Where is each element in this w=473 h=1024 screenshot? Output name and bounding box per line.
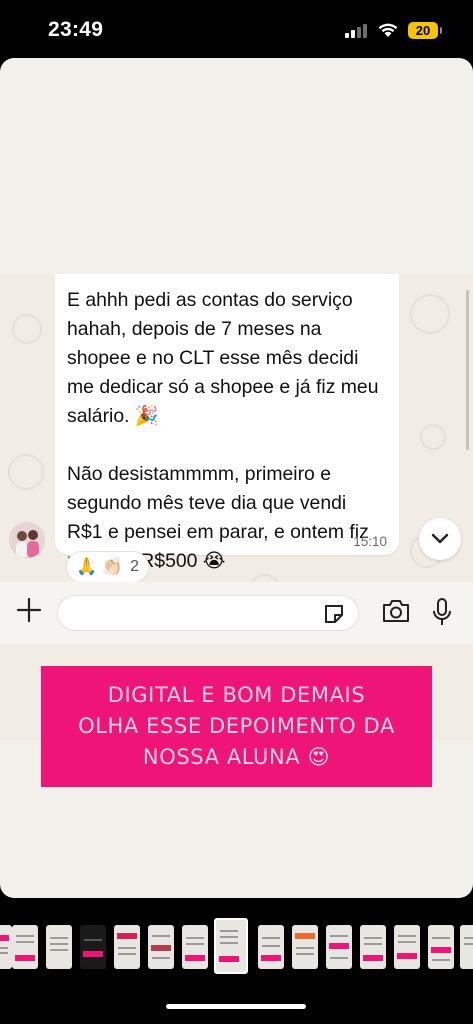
home-indicator [166, 1004, 306, 1009]
story-thumbnail[interactable] [114, 925, 140, 969]
story-thumbnail[interactable] [148, 925, 174, 969]
story-thumbnail[interactable] [12, 925, 38, 969]
story-thumbnail[interactable] [182, 925, 208, 969]
wifi-icon [377, 21, 399, 43]
story-thumbnail[interactable] [0, 925, 12, 969]
message-reactions[interactable]: 🙏 👏🏻 2 [66, 551, 149, 583]
caption-line-3: NOSSA ALUNA 😍 [142, 745, 331, 769]
camera-icon[interactable] [381, 599, 411, 628]
scroll-down-button[interactable] [419, 518, 461, 560]
story-thumbnail[interactable] [46, 925, 72, 969]
chat-scrollbar[interactable] [466, 290, 469, 450]
story-thumbnail-strip [0, 898, 473, 1024]
story-thumbnail[interactable] [428, 925, 454, 969]
avatar [9, 522, 45, 558]
story-card: E ahhh pedi as contas do serviço hahah, … [0, 58, 473, 898]
battery-icon: 20 [408, 22, 442, 39]
signal-icon [345, 24, 369, 38]
message-text: E ahhh pedi as contas do serviço hahah, … [67, 289, 379, 572]
chevron-down-icon [431, 533, 449, 544]
reaction-emojis: 🙏 👏🏻 [76, 557, 124, 576]
caption-sticker: DIGITAL E BOM DEMAIS OLHA ESSE DEPOIMENT… [41, 666, 432, 787]
message-composer [0, 582, 473, 644]
microphone-icon[interactable] [432, 597, 452, 632]
story-thumbnail[interactable] [326, 925, 352, 969]
story-thumbnail[interactable] [394, 925, 420, 969]
status-bar: 23:49 20 [0, 0, 473, 60]
story-thumbnail-current[interactable] [214, 918, 248, 974]
reaction-count: 2 [130, 558, 139, 575]
story-thumbnail[interactable] [292, 925, 318, 969]
message-time: 15:10 [353, 534, 387, 549]
plus-icon[interactable] [16, 597, 42, 623]
status-time: 23:49 [48, 18, 104, 41]
story-thumbnail[interactable] [258, 925, 284, 969]
sticker-icon[interactable] [322, 602, 346, 631]
caption-line-2: OLHA ESSE DEPOIMENTO DA [78, 714, 395, 738]
message-input[interactable] [57, 595, 359, 631]
message-bubble: E ahhh pedi as contas do serviço hahah, … [55, 274, 399, 572]
caption-line-1: DIGITAL E BOM DEMAIS [107, 683, 366, 707]
story-thumbnail[interactable] [460, 925, 473, 969]
story-thumbnail[interactable] [80, 925, 106, 969]
story-thumbnail[interactable] [360, 925, 386, 969]
